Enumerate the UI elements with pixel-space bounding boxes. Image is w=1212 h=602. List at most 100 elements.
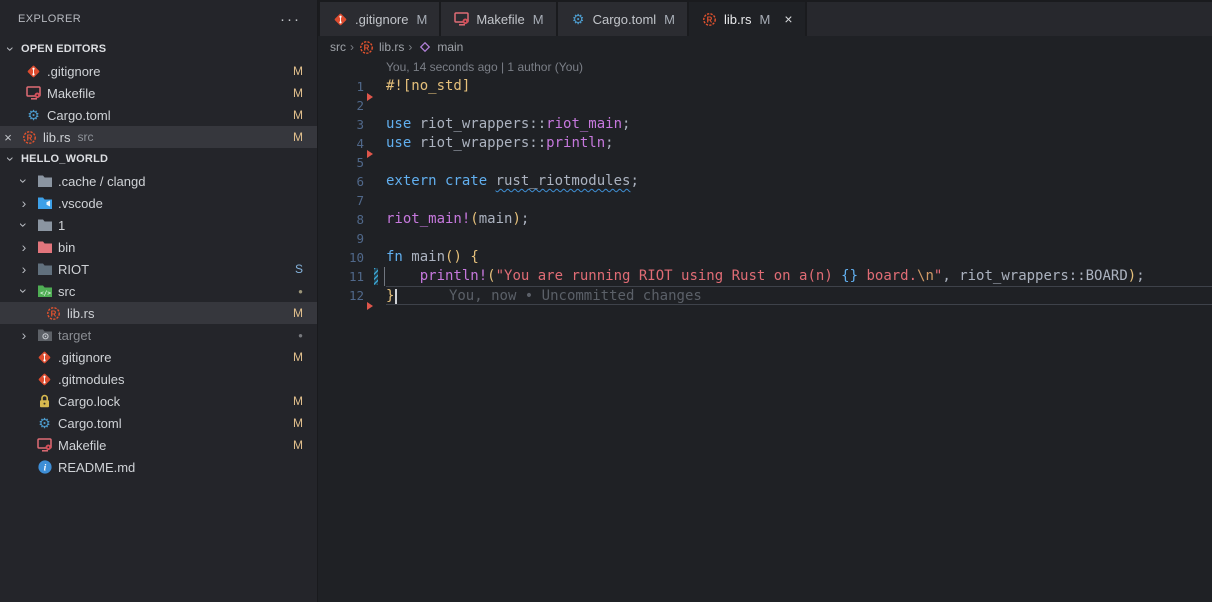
code-token: extern crate	[386, 173, 496, 189]
code-line-9[interactable]: 9	[318, 229, 1212, 248]
gutter: 9	[318, 229, 386, 248]
git-icon	[36, 371, 53, 387]
tree-item-riot[interactable]: ›RIOTS	[0, 258, 317, 280]
chevron-right-icon: ›	[17, 240, 31, 254]
chevron-right-icon: ›	[17, 328, 31, 342]
tree-item--cache-clangd[interactable]: ›.cache / clangd	[0, 170, 317, 192]
breadcrumb-separator: ›	[408, 40, 412, 54]
file-label: Cargo.toml	[47, 108, 111, 123]
code-token: riot_wrappers::	[420, 135, 546, 151]
tab-lib-rs[interactable]: Rlib.rsM×	[689, 2, 806, 36]
close-icon[interactable]: ×	[784, 11, 792, 27]
code-token: main	[411, 249, 445, 265]
git-status-badge: M	[293, 64, 303, 78]
breadcrumb-item-lib-rs[interactable]: Rlib.rs	[358, 39, 404, 55]
breadcrumb-separator: ›	[350, 40, 354, 54]
breadcrumb-label: main	[437, 40, 463, 54]
code-line-5[interactable]: 5	[318, 153, 1212, 172]
open-editor-item[interactable]: .gitignoreM	[0, 60, 317, 82]
target-folder-icon	[36, 327, 53, 343]
code-token	[386, 268, 420, 284]
git-modified-gutter-icon[interactable]	[374, 268, 378, 285]
open-editor-item[interactable]: MakefileM	[0, 82, 317, 104]
open-editor-item[interactable]: ⚙Cargo.tomlM	[0, 104, 317, 126]
gutter: 1	[318, 77, 386, 96]
file-tree: ›.cache / clangd›.vscode›1›bin›RIOTS›</>…	[0, 170, 317, 478]
gutter: 4	[318, 134, 386, 153]
tree-item-target[interactable]: ›target●	[0, 324, 317, 346]
code-text: use riot_wrappers::println;	[386, 134, 1212, 153]
tree-item--gitignore[interactable]: .gitignoreM	[0, 346, 317, 368]
breadcrumb-item-main[interactable]: main	[416, 39, 463, 55]
code-token: "You are running RIOT using Rust on a(n)	[496, 268, 842, 284]
tree-item-1[interactable]: ›1	[0, 214, 317, 236]
tab-cargo-toml[interactable]: ⚙Cargo.tomlM	[558, 2, 689, 36]
git-deleted-lines-icon[interactable]	[367, 150, 373, 158]
code-text: fn main() {	[386, 248, 1212, 267]
svg-text:</>: </>	[40, 290, 51, 297]
code-line-4[interactable]: 4use riot_wrappers::println;	[318, 134, 1212, 153]
code-line-7[interactable]: 7	[318, 191, 1212, 210]
tab-modified-badge: M	[416, 12, 427, 27]
workspace-root-header[interactable]: › HELLO_WORLD	[0, 148, 317, 170]
code-line-1[interactable]: 1#![no_std]	[318, 77, 1212, 96]
code-line-3[interactable]: 3use riot_wrappers::riot_main;	[318, 115, 1212, 134]
tree-item--gitmodules[interactable]: .gitmodules	[0, 368, 317, 390]
code-token: ;	[622, 116, 630, 132]
git-deleted-lines-icon[interactable]	[367, 302, 373, 310]
code-line-2[interactable]: 2	[318, 96, 1212, 115]
code-line-12[interactable]: 12}You, now • Uncommitted changes	[318, 286, 1212, 305]
file-label: .gitmodules	[58, 372, 124, 387]
tab-label: Cargo.toml	[593, 12, 657, 27]
file-label: Makefile	[58, 438, 106, 453]
code-line-6[interactable]: 6extern crate rust_riotmodules;	[318, 172, 1212, 191]
tab-modified-badge: M	[759, 12, 770, 27]
rust-icon: R	[21, 129, 38, 145]
open-editor-item[interactable]: ×Rlib.rssrcM	[0, 126, 317, 148]
gutter: 5	[318, 153, 386, 172]
more-actions-icon[interactable]: ···	[280, 11, 301, 28]
code-text: #![no_std]	[386, 77, 1212, 96]
code-token: )	[512, 211, 520, 227]
tree-item-readme-md[interactable]: i README.md	[0, 456, 317, 478]
src-folder-icon: </>	[36, 283, 53, 299]
file-label: README.md	[58, 460, 135, 475]
open-editors-header[interactable]: › OPEN EDITORS	[0, 38, 317, 60]
tree-item-cargo-lock[interactable]: Cargo.lockM	[0, 390, 317, 412]
line-number: 9	[356, 229, 364, 248]
file-path-hint: src	[77, 130, 93, 144]
git-status-badge: M	[293, 108, 303, 122]
code-line-10[interactable]: 10fn main() {	[318, 248, 1212, 267]
code-token: riot_main	[546, 116, 622, 132]
tree-item-makefile[interactable]: MakefileM	[0, 434, 317, 456]
makefile-icon	[25, 85, 42, 101]
code-editor[interactable]: 1#![no_std]23use riot_wrappers::riot_mai…	[318, 77, 1212, 602]
code-line-8[interactable]: 8riot_main!(main);	[318, 210, 1212, 229]
code-line-11[interactable]: 11 println!("You are running RIOT using …	[318, 267, 1212, 286]
breadcrumb-item-src[interactable]: src	[330, 40, 346, 54]
code-token: use	[386, 116, 420, 132]
close-icon[interactable]: ×	[0, 130, 16, 145]
file-label: bin	[58, 240, 75, 255]
symbol-icon	[416, 39, 433, 55]
tree-item--vscode[interactable]: ›.vscode	[0, 192, 317, 214]
code-token: {	[470, 249, 478, 265]
tab-label: lib.rs	[724, 12, 751, 27]
chevron-down-icon: ›	[17, 284, 31, 298]
tree-item-bin[interactable]: › bin	[0, 236, 317, 258]
chevron-right-icon: ›	[17, 196, 31, 210]
file-label: 1	[58, 218, 65, 233]
gutter: 3	[318, 115, 386, 134]
tab-makefile[interactable]: MakefileM	[441, 2, 557, 36]
git-deleted-lines-icon[interactable]	[367, 93, 373, 101]
tree-item-lib-rs[interactable]: Rlib.rsM	[0, 302, 317, 324]
tab--gitignore[interactable]: .gitignoreM	[318, 2, 441, 36]
gutter: 7	[318, 191, 386, 210]
info-icon: i	[36, 459, 53, 475]
code-text: }You, now • Uncommitted changes	[386, 286, 1212, 305]
vscode-folder-icon	[36, 195, 53, 211]
breadcrumb-label: lib.rs	[379, 40, 404, 54]
tree-item-src[interactable]: ›</>src●	[0, 280, 317, 302]
gutter: 12	[318, 286, 386, 305]
tree-item-cargo-toml[interactable]: ⚙Cargo.tomlM	[0, 412, 317, 434]
